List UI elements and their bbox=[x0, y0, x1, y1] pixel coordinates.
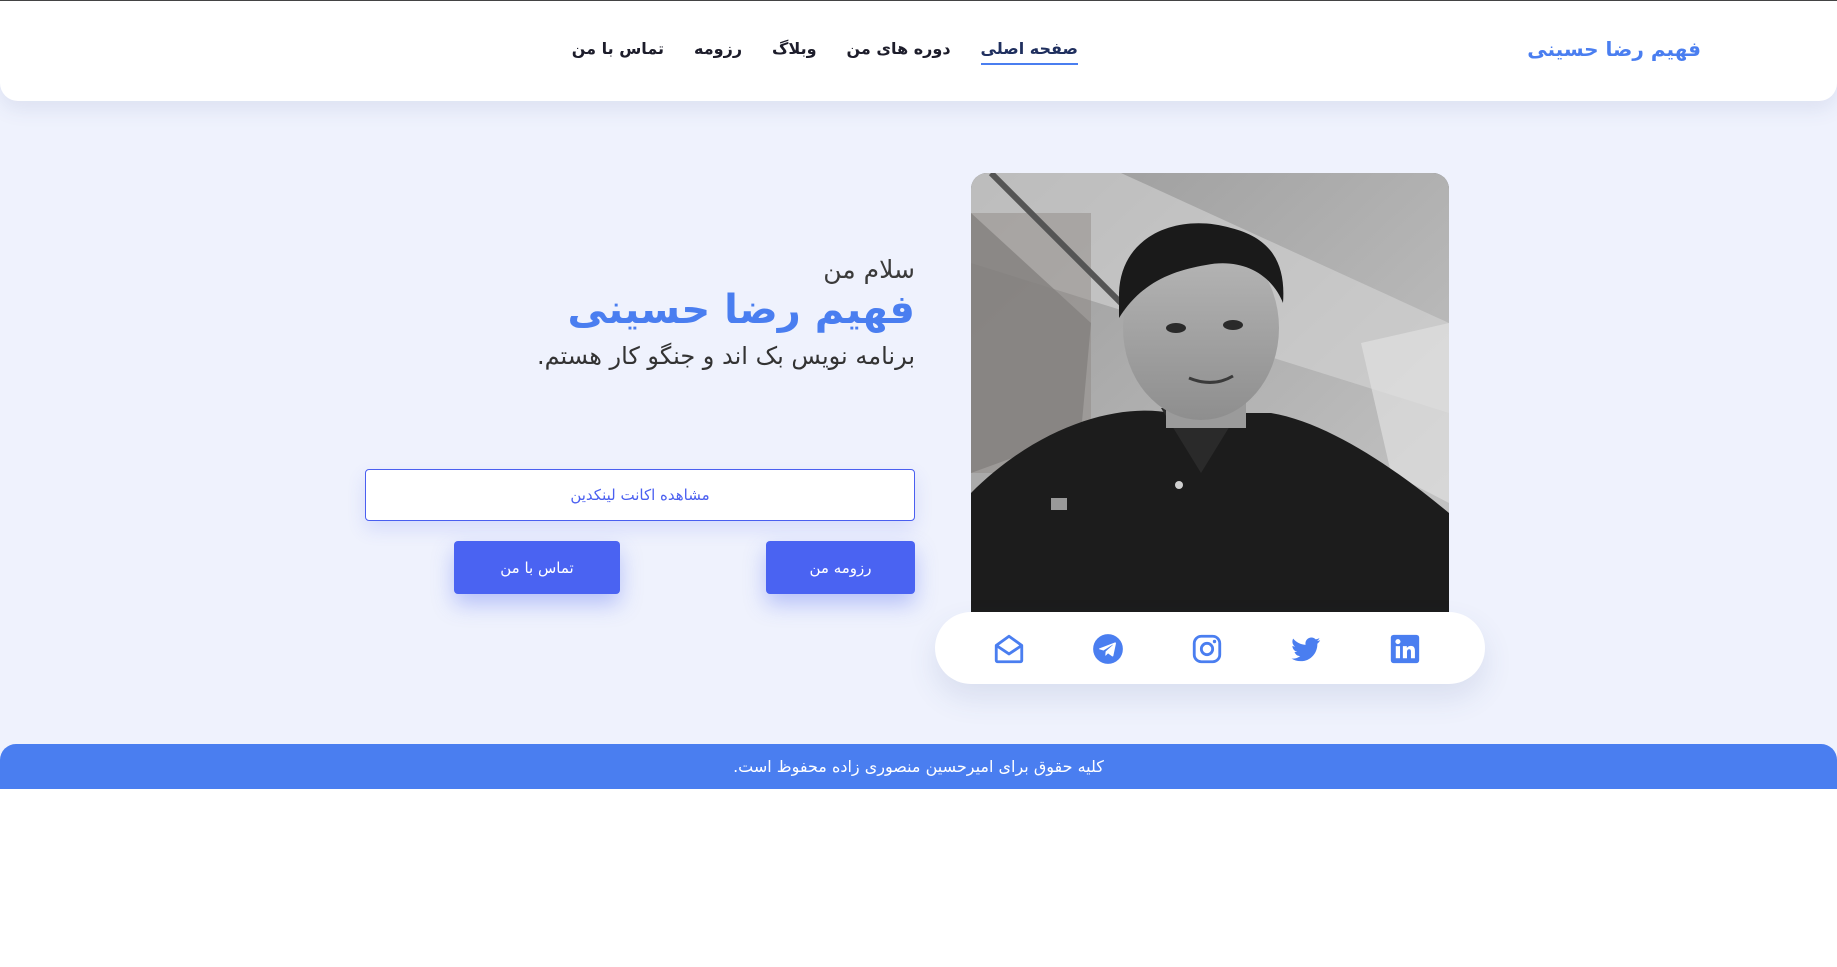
brand-name[interactable]: فهیم رضا حسینی bbox=[1527, 37, 1701, 61]
page-background bbox=[0, 1, 1837, 789]
linkedin-icon[interactable] bbox=[1388, 632, 1422, 666]
mail-icon[interactable] bbox=[992, 632, 1026, 666]
profile-photo-illustration bbox=[971, 173, 1449, 613]
nav-item-blog[interactable]: وبلاگ bbox=[772, 39, 816, 65]
nav-item-courses[interactable]: دوره های من bbox=[847, 39, 951, 65]
view-linkedin-button[interactable]: مشاهده اکانت لینکدین bbox=[365, 469, 915, 521]
hero-greeting: سلام من bbox=[823, 255, 915, 284]
nav-item-resume[interactable]: رزومه bbox=[694, 39, 742, 65]
copyright-text: کلیه حقوق برای امیرحسین منصوری زاده محفو… bbox=[733, 757, 1104, 776]
nav-item-home[interactable]: صفحه اصلی bbox=[980, 39, 1078, 65]
telegram-icon[interactable] bbox=[1091, 632, 1125, 666]
main-nav: صفحه اصلی دوره های من وبلاگ رزومه تماس ب… bbox=[572, 39, 1078, 65]
hero-name: فهیم رضا حسینی bbox=[567, 287, 916, 333]
navbar: فهیم رضا حسینی صفحه اصلی دوره های من وبل… bbox=[0, 1, 1837, 101]
footer: کلیه حقوق برای امیرحسین منصوری زاده محفو… bbox=[0, 744, 1837, 789]
nav-item-contact[interactable]: تماس با من bbox=[572, 39, 664, 65]
hero-text: سلام من فهیم رضا حسینی برنامه نویس بک ان… bbox=[355, 255, 915, 370]
twitter-icon[interactable] bbox=[1289, 632, 1323, 666]
contact-button[interactable]: تماس با من bbox=[454, 541, 620, 594]
profile-photo bbox=[971, 173, 1449, 613]
instagram-icon[interactable] bbox=[1190, 632, 1224, 666]
hero-subtitle: برنامه نویس بک اند و جنگو کار هستم. bbox=[536, 342, 915, 370]
resume-button[interactable]: رزومه من bbox=[766, 541, 915, 594]
social-links-bar bbox=[935, 612, 1485, 684]
